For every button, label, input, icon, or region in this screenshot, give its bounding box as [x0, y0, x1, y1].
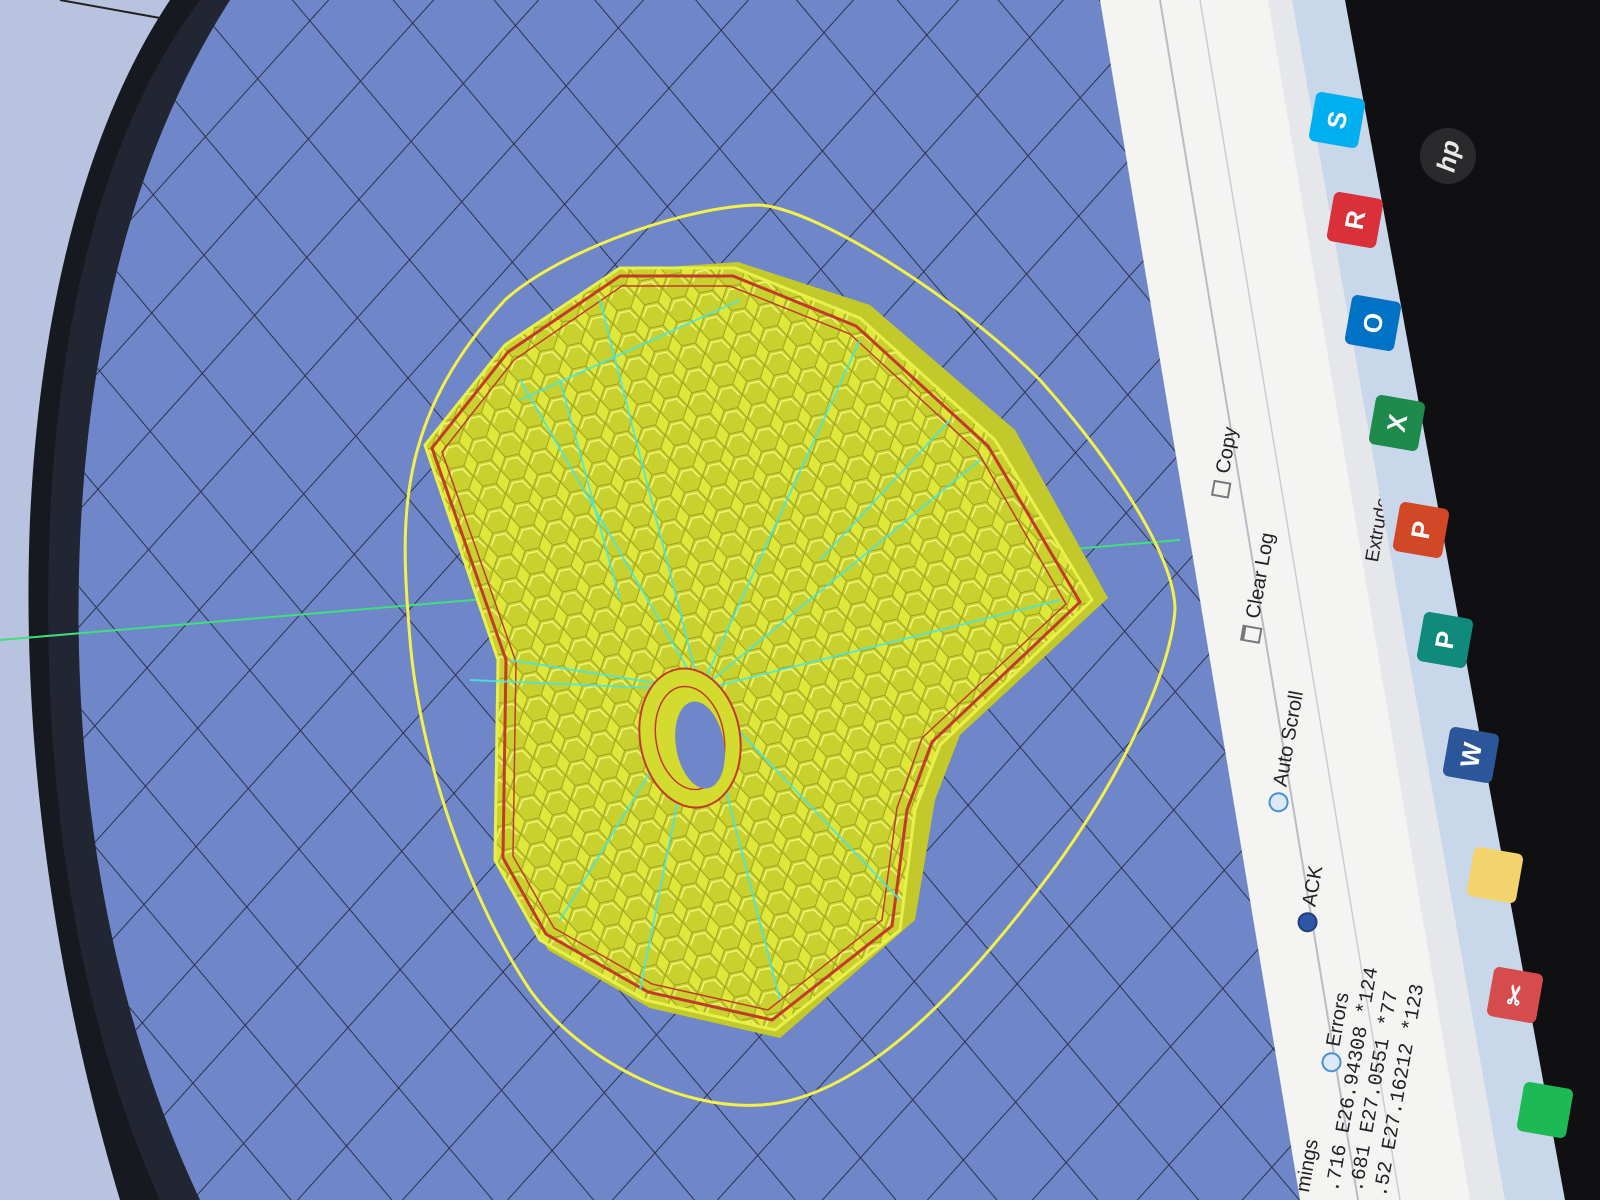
auto-scroll-radio[interactable]	[1266, 790, 1290, 814]
trash-icon	[1239, 624, 1263, 644]
outlook-icon[interactable]: O	[1344, 294, 1402, 352]
spotify-icon[interactable]	[1516, 1081, 1574, 1139]
word-icon[interactable]: W	[1442, 726, 1500, 784]
hp-logo-text: hp	[1429, 137, 1466, 175]
snipping-tool-icon[interactable]: ✂	[1486, 966, 1544, 1024]
photo-of-screen: mings Errors ACK Auto Scroll Clear Log C…	[0, 0, 1600, 1200]
copy-icon	[1210, 479, 1232, 499]
powerpoint-icon[interactable]: P	[1392, 501, 1450, 559]
skype-icon[interactable]: S	[1308, 91, 1366, 149]
errors-radio[interactable]	[1319, 1050, 1343, 1074]
excel-icon[interactable]: X	[1368, 394, 1426, 452]
publisher-icon[interactable]: P	[1416, 611, 1474, 669]
ack-radio[interactable]	[1295, 910, 1319, 934]
app-r-icon[interactable]: R	[1326, 191, 1384, 249]
sticky-notes-icon[interactable]	[1466, 846, 1524, 904]
